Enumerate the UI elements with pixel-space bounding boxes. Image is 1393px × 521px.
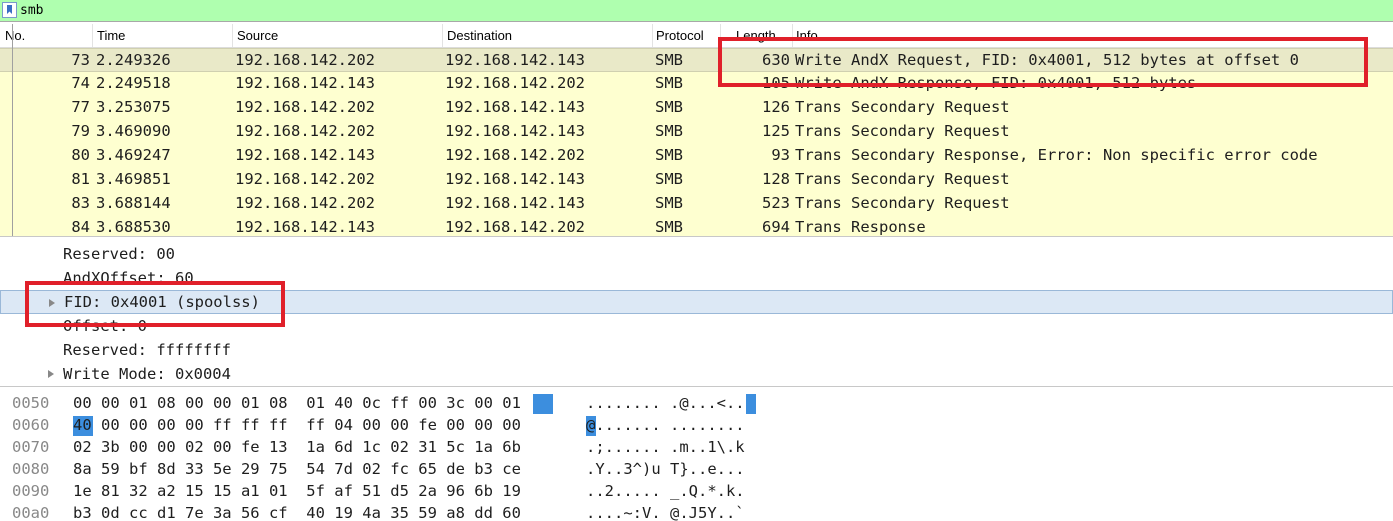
hex-hex: 02 3b 00 00 02 00 fe 13 1a 6d 1c 02 31 5… [73,438,521,456]
cell-length: 128 [762,170,790,188]
cell-source: 192.168.142.202 [235,170,375,188]
cell-destination: 192.168.142.143 [445,170,585,188]
cell-info: Trans Secondary Request [795,98,1010,116]
hex-row[interactable]: 0080 8a 59 bf 8d 33 5e 29 75 54 7d 02 fc … [0,458,1393,480]
cell-time: 3.469247 [96,146,171,164]
cell-no: 79 [71,122,90,140]
cell-source: 192.168.142.202 [235,98,375,116]
cell-destination: 192.168.142.143 [445,98,585,116]
cell-no: 80 [71,146,90,164]
hex-ascii: .;...... .m..1\.k [586,438,745,456]
cell-source: 192.168.142.202 [235,51,375,69]
cell-info: Trans Response [795,218,926,236]
cell-source: 192.168.142.143 [235,74,375,92]
cell-time: 3.253075 [96,98,171,116]
filter-input[interactable]: smb [20,0,43,21]
hex-offset: 0070 [12,438,50,456]
column-header-protocol[interactable]: Protocol [656,28,704,43]
hex-ascii: ..2..... _.Q.*.k. [586,482,745,500]
cell-info: Trans Secondary Request [795,170,1010,188]
cell-destination: 192.168.142.202 [445,218,585,236]
cell-destination: 192.168.142.143 [445,51,585,69]
cell-protocol: SMB [655,98,683,116]
cell-protocol: SMB [655,51,683,69]
hex-row[interactable]: 0060 40 00 00 00 00 ff ff ff ff 04 00 00 … [0,414,1393,436]
cell-length: 93 [771,146,790,164]
cell-length: 126 [762,98,790,116]
cell-protocol: SMB [655,74,683,92]
cell-destination: 192.168.142.143 [445,122,585,140]
hex-offset: 0060 [12,416,50,434]
cell-source: 192.168.142.202 [235,122,375,140]
cell-time: 3.469851 [96,170,171,188]
hex-ascii: ........ .@...<.. [586,394,745,412]
hex-row[interactable]: 0070 02 3b 00 00 02 00 fe 13 1a 6d 1c 02 … [0,436,1393,458]
cell-no: 84 [71,218,90,236]
cell-source: 192.168.142.202 [235,194,375,212]
packet-row[interactable]: 79 3.469090 192.168.142.202 192.168.142.143… [0,120,1393,144]
annotation-box-fid [25,281,285,327]
packet-row[interactable]: 80 3.469247 192.168.142.143 192.168.142.202… [0,144,1393,168]
cell-source: 192.168.142.143 [235,146,375,164]
hex-offset: 00a0 [12,504,50,521]
expand-arrow-icon[interactable] [48,370,54,378]
packet-row[interactable]: 84 3.688530 192.168.142.143 192.168.142.202… [0,216,1393,236]
bookmark-icon[interactable] [2,2,17,18]
cell-protocol: SMB [655,170,683,188]
cell-time: 3.469090 [96,122,171,140]
cell-time: 3.688144 [96,194,171,212]
packet-row[interactable]: 81 3.469851 192.168.142.202 192.168.142.143… [0,168,1393,192]
cell-info: Trans Secondary Response, Error: Non spe… [795,146,1318,164]
cell-destination: 192.168.142.202 [445,74,585,92]
cell-length: 694 [762,218,790,236]
cell-no: 83 [71,194,90,212]
cell-destination: 192.168.142.202 [445,146,585,164]
cell-no: 81 [71,170,90,188]
hex-offset: 0050 [12,394,50,412]
column-header-time[interactable]: Time [97,28,125,43]
cell-time: 3.688530 [96,218,171,236]
packet-bytes-pane[interactable]: 0050 00 00 01 08 00 00 01 08 01 40 0c ff … [0,386,1393,521]
packet-row[interactable]: 83 3.688144 192.168.142.202 192.168.142.143… [0,192,1393,216]
related-packet-indicator [12,24,13,236]
cell-protocol: SMB [655,146,683,164]
cell-info: Trans Secondary Request [795,194,1010,212]
hex-offset: 0090 [12,482,50,500]
detail-row[interactable]: Reserved: 00 [0,242,1393,266]
detail-row[interactable]: Reserved: ffffffff [0,338,1393,362]
hex-hex: 8a 59 bf 8d 33 5e 29 75 54 7d 02 fc 65 d… [73,460,521,478]
cell-time: 2.249518 [96,74,171,92]
column-header-source[interactable]: Source [237,28,278,43]
detail-row-write-mode[interactable]: Write Mode: 0x0004 [0,362,1393,385]
packet-row[interactable]: 77 3.253075 192.168.142.202 192.168.142.143… [0,96,1393,120]
hex-ascii: @....... ........ [586,416,745,434]
cell-time: 2.249326 [96,51,171,69]
cell-source: 192.168.142.143 [235,218,375,236]
hex-hex: 40 00 00 00 00 ff ff ff ff 04 00 00 fe 0… [73,416,521,434]
hex-ascii: .Y..3^)u T}..e... [586,460,745,478]
hex-ascii: ....~:V. @.J5Y..` [586,504,745,521]
annotation-box-info [718,37,1368,87]
hex-row[interactable]: 0050 00 00 01 08 00 00 01 08 01 40 0c ff … [0,392,1393,414]
hex-offset: 0080 [12,460,50,478]
column-header-destination[interactable]: Destination [447,28,512,43]
hex-row[interactable]: 0090 1e 81 32 a2 15 15 a1 01 5f af 51 d5 … [0,480,1393,502]
cell-protocol: SMB [655,218,683,236]
cell-protocol: SMB [655,194,683,212]
cell-destination: 192.168.142.143 [445,194,585,212]
cell-no: 73 [71,51,90,69]
hex-row[interactable]: 00a0 b3 0d cc d1 7e 3a 56 cf 40 19 4a 35 … [0,502,1393,521]
hex-hex: b3 0d cc d1 7e 3a 56 cf 40 19 4a 35 59 a… [73,504,521,521]
hex-hex: 00 00 01 08 00 00 01 08 01 40 0c ff 00 3… [73,394,521,412]
cell-protocol: SMB [655,122,683,140]
cell-length: 523 [762,194,790,212]
column-header-no[interactable]: No. [5,28,25,43]
cell-no: 74 [71,74,90,92]
cell-info: Trans Secondary Request [795,122,1010,140]
cell-no: 77 [71,98,90,116]
cell-length: 125 [762,122,790,140]
display-filter-bar[interactable]: smb [0,0,1393,22]
hex-hex: 1e 81 32 a2 15 15 a1 01 5f af 51 d5 2a 9… [73,482,521,500]
